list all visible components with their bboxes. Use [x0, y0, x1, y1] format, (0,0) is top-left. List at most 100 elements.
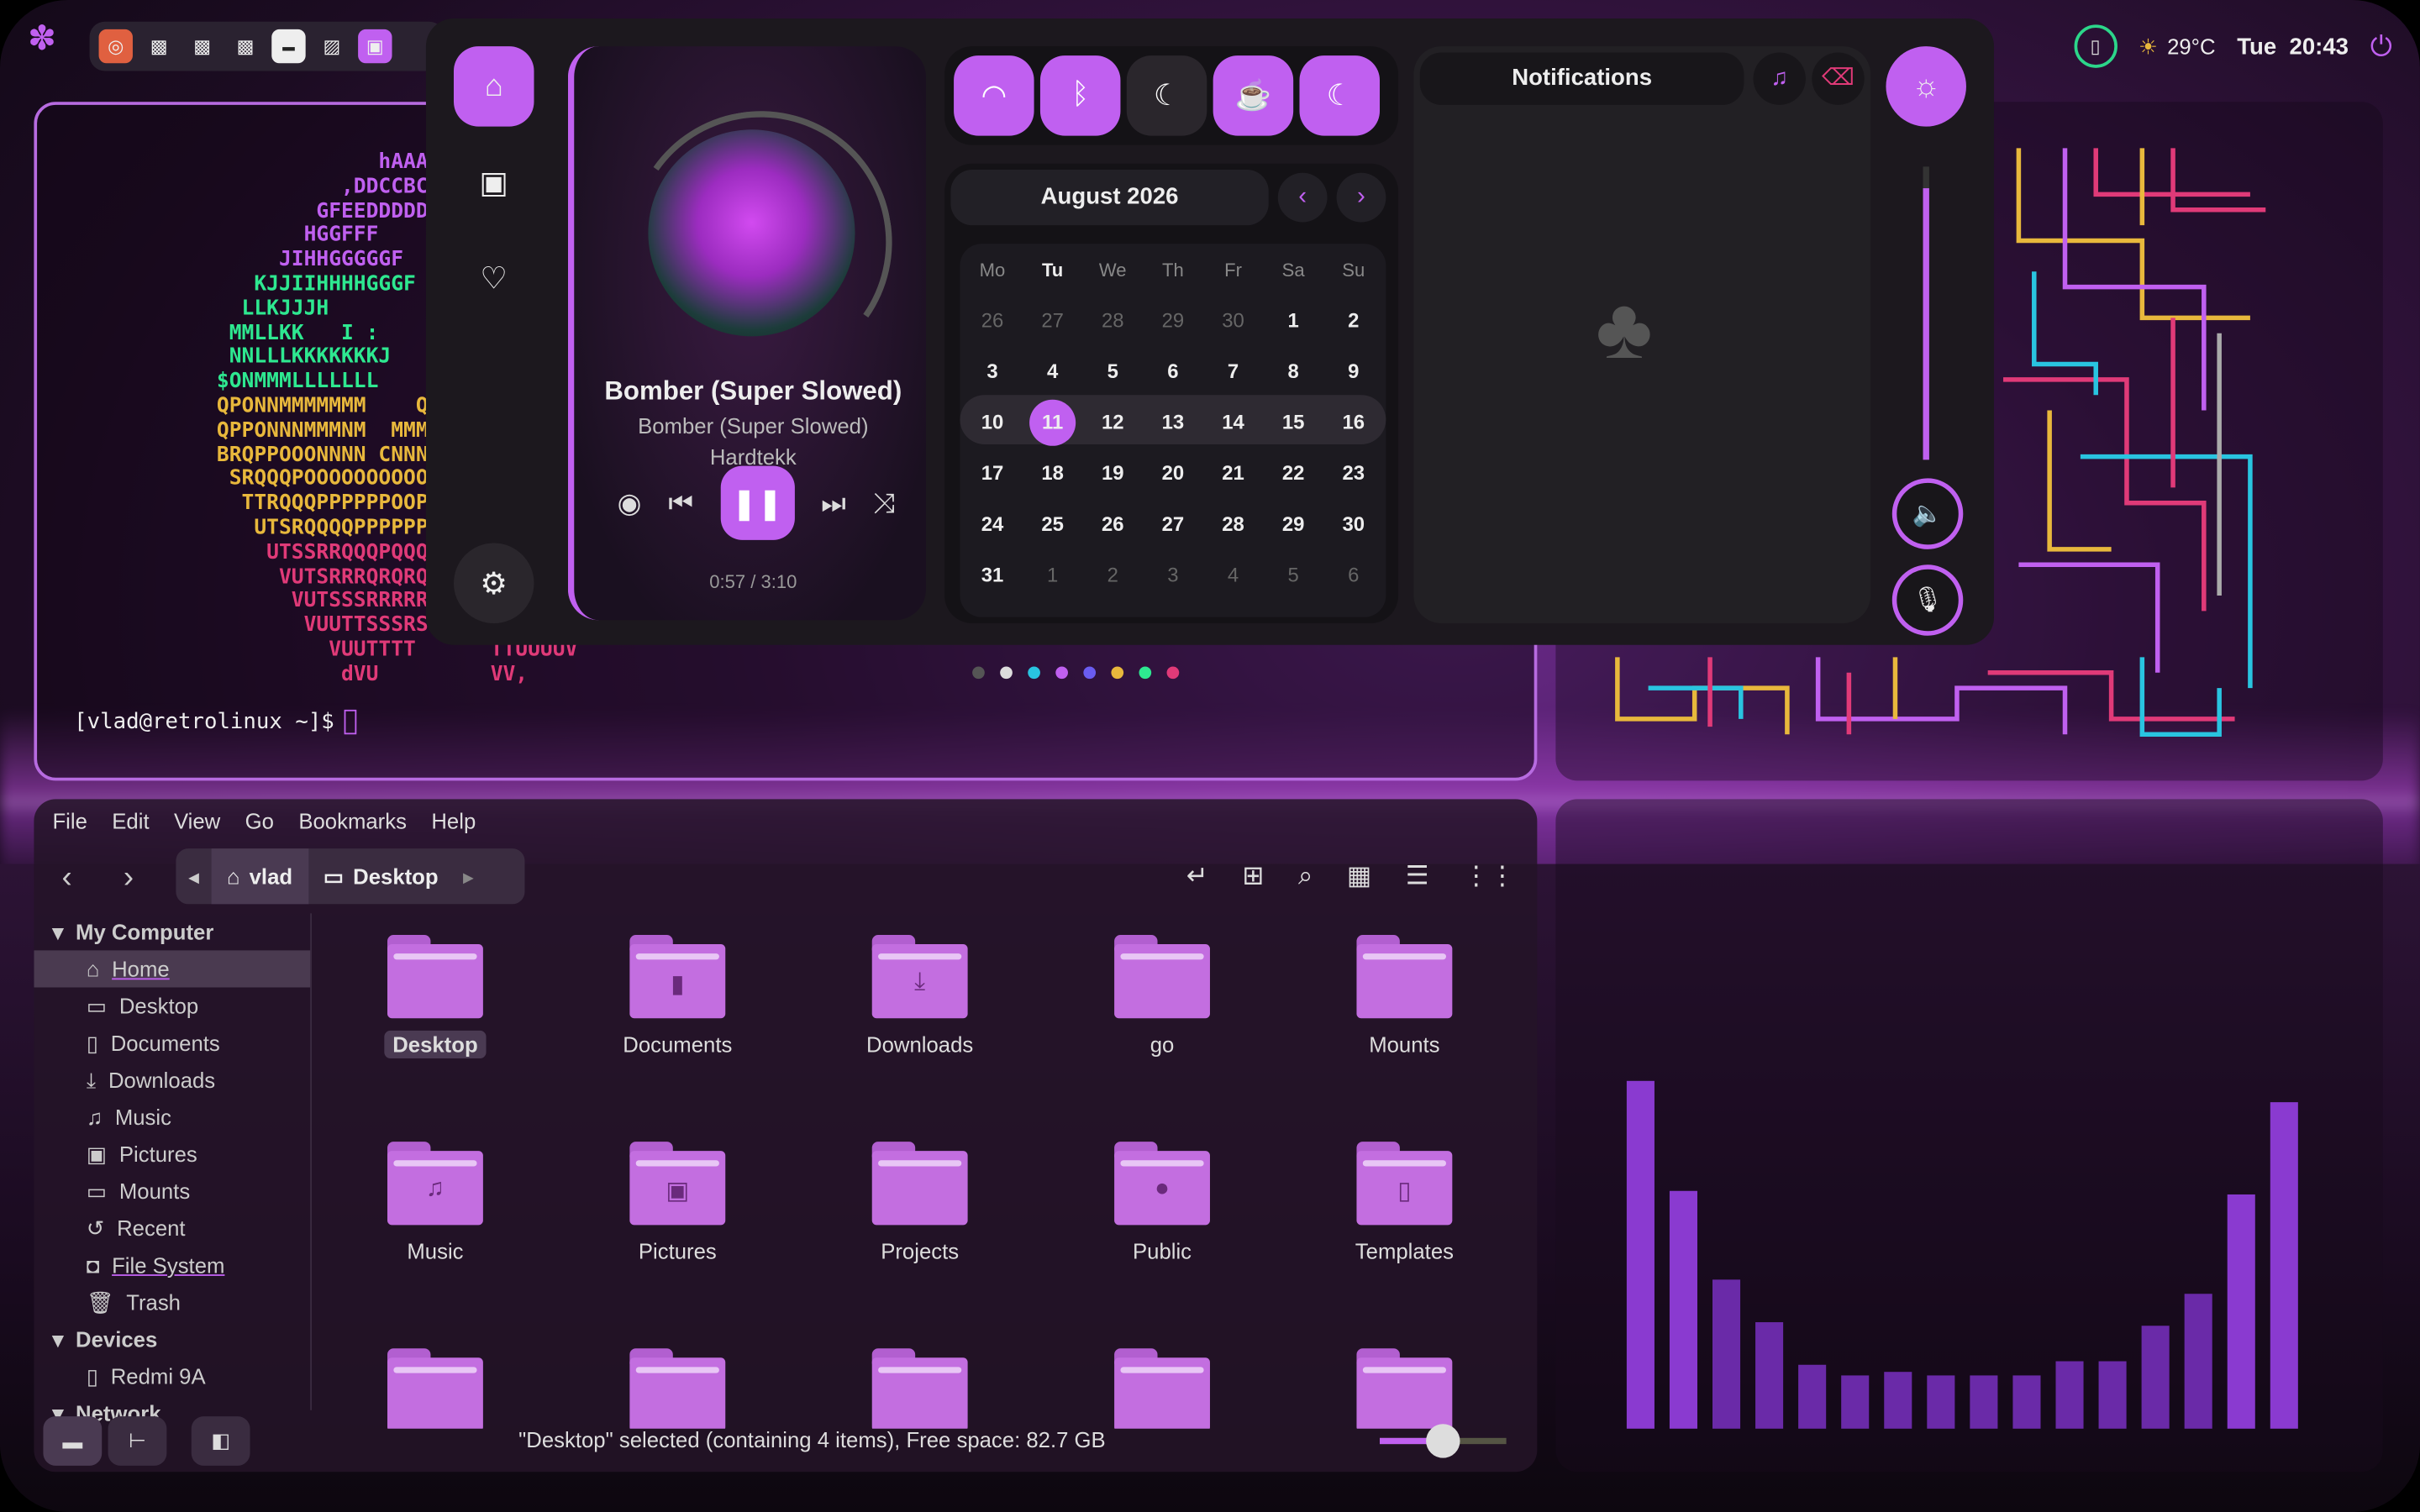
file-item[interactable]: Mounts — [1312, 935, 1497, 1058]
breadcrumb-right-icon[interactable]: ▸ — [454, 864, 483, 890]
sidebar-item[interactable]: ▣ Pictures — [34, 1136, 310, 1173]
file-item[interactable]: go — [1070, 935, 1255, 1058]
workspace-dot[interactable] — [1000, 666, 1013, 680]
power-icon[interactable]: ⏻ — [2370, 30, 2392, 63]
menu-help[interactable]: Help — [431, 808, 476, 832]
sidebar-item[interactable]: ▭ Desktop — [34, 987, 310, 1024]
calendar-day[interactable]: 4 — [1023, 350, 1082, 393]
calendar-day[interactable]: 18 — [1023, 452, 1082, 495]
vpn-icon[interactable]: ▬ — [271, 29, 306, 64]
weather-widget[interactable]: ☀ 29°C — [2139, 33, 2216, 59]
calendar-day[interactable]: 20 — [1144, 452, 1202, 495]
file-item[interactable]: Desktop — [343, 935, 528, 1058]
dnd-toggle-icon[interactable]: ☾ — [1299, 55, 1381, 136]
palm-logo-icon[interactable]: ✽ — [28, 18, 56, 59]
terminal-prompt[interactable]: [vlad@retrolinux ~]$ — [74, 709, 356, 735]
menu-edit[interactable]: Edit — [112, 808, 149, 832]
calendar-day[interactable]: 29 — [1144, 299, 1202, 342]
settings-icon[interactable]: ⚙ — [453, 543, 534, 624]
sidebar-item[interactable]: ⤓ Downloads — [34, 1062, 310, 1099]
file-item[interactable]: ▯ Templates — [1312, 1142, 1497, 1265]
expand-icon[interactable]: ▾ — [52, 919, 63, 945]
calendar-day[interactable]: 6 — [1324, 554, 1383, 596]
file-item[interactable]: Projects — [827, 1142, 1012, 1265]
sidebar-item[interactable]: ⌂ Home — [34, 950, 311, 988]
calendar-day[interactable]: 19 — [1083, 452, 1142, 495]
sidebar-item[interactable]: ▯ Redmi 9A — [34, 1357, 310, 1394]
caffeine-toggle-icon[interactable]: ☕ — [1213, 55, 1294, 136]
brightness-icon[interactable]: ☼ — [1886, 46, 1966, 127]
clock[interactable]: Tue 20:43 — [2237, 33, 2349, 59]
terminal-icon[interactable]: ▣ — [358, 29, 392, 64]
calendar-day[interactable]: 6 — [1144, 350, 1202, 393]
zoom-slider-knob[interactable] — [1426, 1424, 1460, 1458]
sidebar-item[interactable]: 🗑 Trash — [34, 1284, 310, 1320]
calendar-day[interactable]: 4 — [1204, 554, 1263, 596]
calendar-day[interactable]: 26 — [963, 299, 1022, 342]
calendar-day[interactable]: 17 — [963, 452, 1022, 495]
shuffle-icon[interactable]: ⤨ — [873, 486, 895, 519]
menu-bookmarks[interactable]: Bookmarks — [298, 808, 407, 832]
zoom-slider[interactable] — [1380, 1424, 1507, 1458]
places-toggle-icon[interactable]: ▬ — [43, 1416, 103, 1466]
next-icon[interactable]: ⏭ — [821, 486, 846, 519]
menu-view[interactable]: View — [174, 808, 220, 832]
calendar-day[interactable]: 5 — [1264, 554, 1323, 596]
breadcrumb-desktop[interactable]: ▭ Desktop — [308, 848, 454, 904]
workspace-dot[interactable] — [1139, 666, 1152, 680]
clear-notifications-icon[interactable]: ⌫ — [1812, 52, 1865, 105]
path-toggle-icon[interactable]: ↵ — [1186, 861, 1208, 892]
calendar-day[interactable]: 26 — [1083, 503, 1142, 546]
forward-icon[interactable]: › — [124, 861, 134, 896]
calendar-day[interactable]: 21 — [1204, 452, 1263, 495]
calendar-day[interactable]: 5 — [1083, 350, 1142, 393]
volume-icon[interactable]: 🔈 — [1891, 478, 1964, 549]
compact-view-icon[interactable]: ⋮⋮ — [1463, 861, 1515, 892]
calendar-day[interactable]: 27 — [1144, 503, 1202, 546]
bell-icon[interactable]: ♫ — [1753, 52, 1806, 105]
calendar-day[interactable]: 28 — [1204, 503, 1263, 546]
workspace-dot[interactable] — [1028, 666, 1040, 680]
sidebar-item[interactable]: ♫ Music — [34, 1099, 310, 1136]
calendar-day[interactable]: 14 — [1204, 402, 1263, 444]
calendar-day[interactable]: 11 — [1029, 399, 1076, 446]
calendar-day[interactable]: 8 — [1264, 350, 1323, 393]
calendar-day[interactable]: 3 — [963, 350, 1022, 393]
calendar-day[interactable]: 2 — [1324, 299, 1383, 342]
calendar-day[interactable]: 16 — [1324, 402, 1383, 444]
breadcrumb-home[interactable]: ⌂ vlad — [211, 848, 308, 905]
grid-view-icon[interactable]: ▦ — [1347, 861, 1372, 892]
calendar-day[interactable]: 12 — [1083, 402, 1142, 444]
sidebar-section[interactable]: ▾ Devices — [34, 1320, 310, 1357]
sidebar-toggle-icon[interactable]: ◧ — [191, 1416, 250, 1466]
calendar-day[interactable]: 13 — [1144, 402, 1202, 444]
calendar-day[interactable]: 30 — [1324, 503, 1383, 546]
breadcrumb-left-icon[interactable]: ◂ — [176, 864, 211, 890]
calendar-day[interactable]: 10 — [963, 402, 1022, 444]
calendar-day[interactable]: 27 — [1023, 299, 1082, 342]
previous-icon[interactable]: ⏮ — [668, 486, 693, 519]
game-icon[interactable]: ▨ — [315, 29, 349, 63]
file-item[interactable]: ● Public — [1070, 1142, 1255, 1265]
calendar-day[interactable]: 24 — [963, 503, 1022, 546]
ghost-icon[interactable]: ⌂ — [453, 46, 534, 127]
app-icon[interactable]: ◎ — [98, 29, 133, 64]
workspace-dot[interactable] — [972, 666, 985, 680]
image-icon[interactable]: ▣ — [454, 142, 534, 223]
expand-icon[interactable]: ▾ — [52, 1326, 63, 1352]
calendar-day[interactable]: 2 — [1083, 554, 1142, 596]
menu-go[interactable]: Go — [245, 808, 274, 832]
pause-button[interactable]: ❚❚ — [720, 465, 795, 540]
calendar-day[interactable]: 15 — [1264, 402, 1323, 444]
list-view-icon[interactable]: ☰ — [1406, 861, 1429, 892]
sidebar-item[interactable]: ▭ Mounts — [34, 1173, 310, 1210]
microphone-icon[interactable]: 🎙 — [1891, 564, 1964, 636]
calendar-day[interactable]: 1 — [1023, 554, 1082, 596]
health-icon[interactable]: ♡ — [454, 238, 534, 318]
calendar-day[interactable]: 31 — [963, 554, 1022, 596]
calendar-day[interactable]: 30 — [1204, 299, 1263, 342]
game-icon[interactable]: ▩ — [185, 29, 218, 63]
calendar-prev-icon[interactable]: ‹ — [1277, 172, 1328, 223]
file-item[interactable]: ⤓ Downloads — [827, 935, 1012, 1058]
workspace-dot[interactable] — [1166, 666, 1180, 680]
